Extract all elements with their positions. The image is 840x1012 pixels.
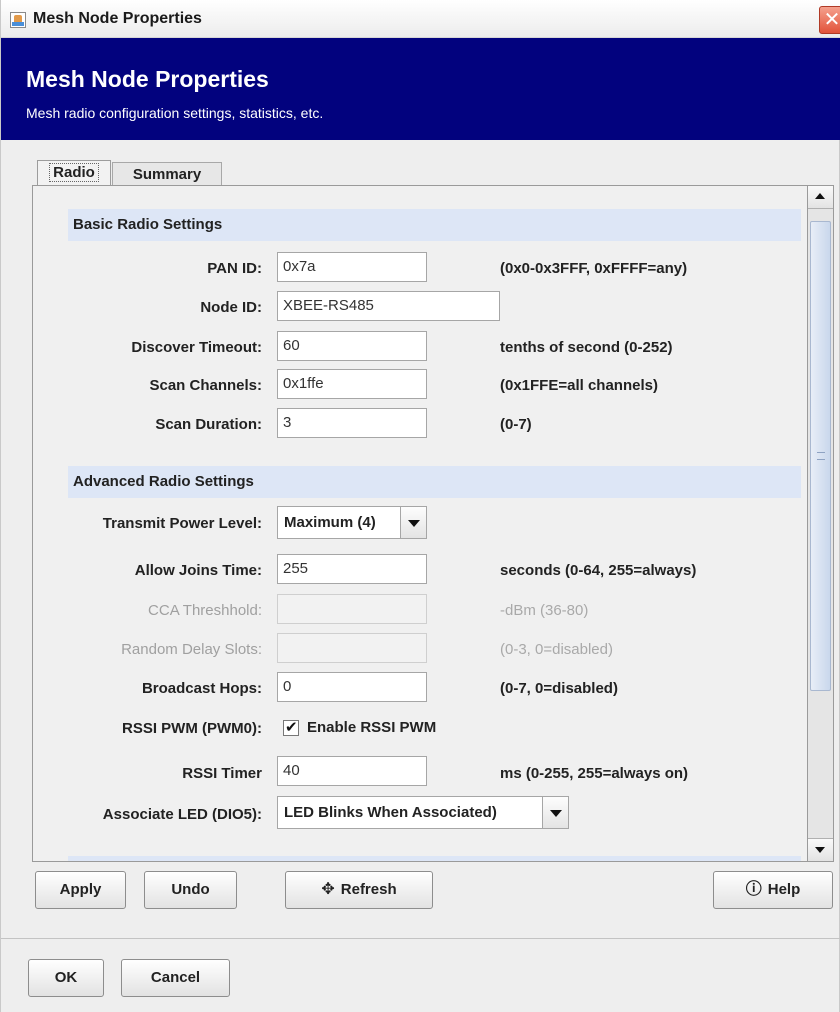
scan-duration-label: Scan Duration: (155, 416, 262, 433)
random-delay-hint: (0-3, 0=disabled) (500, 641, 613, 658)
broadcast-hops-field[interactable]: 0 (277, 672, 427, 702)
advanced-settings-header: Advanced Radio Settings (68, 466, 801, 498)
discover-timeout-hint: tenths of second (0-252) (500, 339, 673, 356)
rssi-timer-label: RSSI Timer (182, 765, 262, 782)
chevron-down-icon[interactable] (542, 797, 568, 828)
allow-joins-field[interactable]: 255 (277, 554, 427, 584)
vertical-scrollbar[interactable] (807, 185, 834, 862)
discover-timeout-label: Discover Timeout: (131, 339, 262, 356)
banner-title: Mesh Node Properties (26, 66, 269, 92)
tab-radio[interactable]: Radio (37, 160, 111, 188)
rssi-pwm-checkbox-label[interactable]: Enable RSSI PWM (307, 719, 436, 736)
rssi-timer-field[interactable]: 40 (277, 756, 427, 786)
next-section-header (68, 856, 801, 861)
scan-channels-label: Scan Channels: (149, 377, 262, 394)
scroll-down-icon[interactable] (808, 838, 833, 861)
scroll-up-icon[interactable] (808, 186, 833, 209)
refresh-button[interactable]: ✥ Refresh (285, 871, 433, 909)
rssi-pwm-label: RSSI PWM (PWM0): (122, 720, 262, 737)
random-delay-field (277, 633, 427, 663)
broadcast-hops-hint: (0-7, 0=disabled) (500, 680, 618, 697)
node-id-field[interactable]: XBEE-RS485 (277, 291, 500, 321)
help-icon: ⓘ (745, 881, 762, 898)
banner-subtitle: Mesh radio configuration settings, stati… (26, 105, 324, 121)
random-delay-label: Random Delay Slots: (121, 641, 262, 658)
help-button-label: Help (767, 881, 801, 898)
close-icon: ✕ (823, 9, 840, 31)
scan-duration-field[interactable]: 3 (277, 408, 427, 438)
transmit-power-label: Transmit Power Level: (102, 515, 262, 532)
scan-channels-hint: (0x1FFE=all channels) (500, 377, 658, 394)
basic-settings-header: Basic Radio Settings (68, 209, 801, 241)
ok-button[interactable]: OK (28, 959, 104, 997)
discover-timeout-field[interactable]: 60 (277, 331, 427, 361)
footer-divider (1, 938, 840, 939)
tab-summary-label: Summary (132, 166, 202, 183)
scroll-thumb[interactable] (810, 221, 831, 691)
allow-joins-hint: seconds (0-64, 255=always) (500, 562, 697, 579)
transmit-power-value: Maximum (4) (284, 514, 376, 531)
associate-led-select[interactable]: LED Blinks When Associated) (277, 796, 569, 829)
app-icon (10, 12, 26, 28)
window-title: Mesh Node Properties (33, 10, 202, 27)
scan-channels-field[interactable]: 0x1ffe (277, 369, 427, 399)
close-button[interactable]: ✕ (819, 6, 840, 34)
cancel-button[interactable]: Cancel (121, 959, 230, 997)
pan-id-hint: (0x0-0x3FFF, 0xFFFF=any) (500, 260, 688, 277)
cca-threshold-hint: -dBm (36-80) (500, 602, 589, 619)
associate-led-value: LED Blinks When Associated) (284, 804, 497, 821)
node-id-label: Node ID: (200, 299, 262, 316)
cca-threshold-label: CCA Threshhold: (148, 602, 262, 619)
scan-duration-hint: (0-7) (500, 416, 532, 433)
rssi-pwm-checkbox-row[interactable]: Enable RSSI PWM (283, 718, 436, 736)
rssi-pwm-checkbox[interactable] (283, 718, 299, 736)
broadcast-hops-label: Broadcast Hops: (141, 680, 262, 697)
transmit-power-select[interactable]: Maximum (4) (277, 506, 427, 539)
refresh-button-label: Refresh (340, 881, 397, 898)
header-banner: Mesh Node Properties Mesh radio configur… (1, 38, 840, 140)
refresh-icon: ✥ (321, 881, 335, 898)
cca-threshold-field (277, 594, 427, 624)
chevron-down-icon[interactable] (400, 507, 426, 538)
pan-id-field[interactable]: 0x7a (277, 252, 427, 282)
dialog-window: Mesh Node Properties ✕ Mesh Node Propert… (0, 0, 840, 1012)
apply-button[interactable]: Apply (35, 871, 126, 909)
rssi-timer-hint: ms (0-255, 255=always on) (500, 765, 689, 782)
pan-id-label: PAN ID: (207, 260, 262, 277)
associate-led-label: Associate LED (DIO5): (102, 806, 262, 823)
undo-button[interactable]: Undo (144, 871, 237, 909)
help-button[interactable]: ⓘ Help (713, 871, 833, 909)
title-bar: Mesh Node Properties ✕ (1, 0, 840, 38)
allow-joins-label: Allow Joins Time: (134, 562, 262, 579)
radio-settings-panel: Basic Radio Settings PAN ID: 0x7a (0x0-0… (32, 185, 808, 862)
tab-radio-label: Radio (49, 163, 99, 182)
